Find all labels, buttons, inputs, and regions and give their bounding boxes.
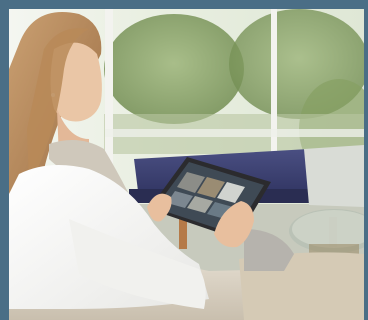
- photo-illustration: [9, 9, 364, 320]
- photo: [9, 9, 364, 320]
- photo-frame: [0, 0, 368, 320]
